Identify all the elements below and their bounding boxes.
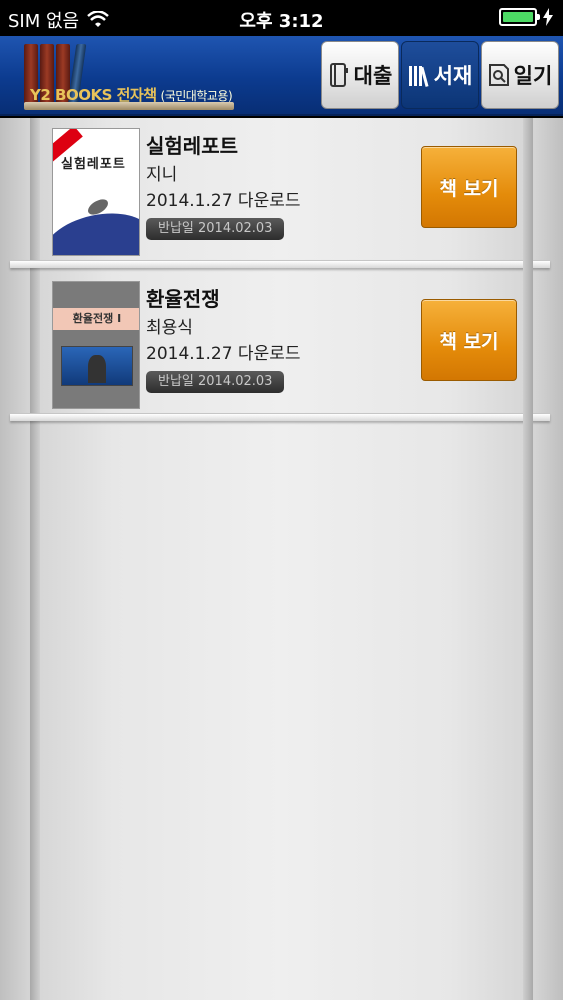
tab-loan[interactable]: 대출 <box>321 41 399 109</box>
cover-title: 실험레포트 <box>61 157 126 172</box>
app-header: Y2 BOOKS 전자책 (국민대학교용) 대출 서재 일기 <box>0 36 563 116</box>
shelf-divider <box>10 413 550 421</box>
return-date-badge: 반납일 2014.02.03 <box>146 218 285 240</box>
bookshelf-content[interactable]: 실험레포트 실험레포트 지니 2014.1.27 다운로드 반납일 2014.0… <box>0 118 563 1000</box>
view-book-button[interactable]: 책 보기 <box>421 299 517 381</box>
status-bar: SIM 없음 오후 3:12 <box>0 0 563 36</box>
download-date: 2014.1.27 다운로드 <box>146 344 301 364</box>
top-tabs: 대출 서재 일기 <box>321 41 559 109</box>
tab-library-label: 서재 <box>433 64 473 88</box>
book-cover[interactable]: 환율전쟁 I <box>52 281 140 409</box>
view-book-button[interactable]: 책 보기 <box>421 146 517 228</box>
return-date-badge: 반납일 2014.02.03 <box>146 371 285 393</box>
tab-read[interactable]: 일기 <box>481 41 559 109</box>
cover-photo <box>61 346 133 386</box>
shelf-divider <box>10 260 550 268</box>
status-time: 오후 3:12 <box>239 11 324 32</box>
app-logo: Y2 BOOKS 전자책 (국민대학교용) <box>24 44 234 114</box>
tab-loan-label: 대출 <box>353 64 393 88</box>
status-right <box>499 8 553 26</box>
logo-text: Y2 BOOKS 전자책 (국민대학교용) <box>30 84 233 105</box>
book-row[interactable]: 실험레포트 실험레포트 지니 2014.1.27 다운로드 반납일 2014.0… <box>40 118 523 263</box>
book-title: 실험레포트 <box>146 134 238 158</box>
battery-icon <box>499 8 540 26</box>
logo-subtitle: (국민대학교용) <box>160 89 233 103</box>
cover-title: 환율전쟁 I <box>53 308 139 330</box>
tab-read-label: 일기 <box>513 64 553 88</box>
reader-icon <box>488 64 509 86</box>
tab-library[interactable]: 서재 <box>401 41 479 109</box>
logo-title: Y2 BOOKS 전자책 <box>30 86 157 104</box>
book-icon <box>329 63 348 87</box>
battery-fill <box>503 12 533 22</box>
book-row[interactable]: 환율전쟁 I 환율전쟁 최용식 2014.1.27 다운로드 반납일 2014.… <box>40 271 523 416</box>
book-title: 환율전쟁 <box>146 287 220 311</box>
charging-icon <box>543 8 553 26</box>
book-author: 지니 <box>146 165 178 185</box>
book-cover[interactable]: 실험레포트 <box>52 128 140 256</box>
download-date: 2014.1.27 다운로드 <box>146 191 301 211</box>
book-author: 최용식 <box>146 318 193 338</box>
bookshelf-icon <box>408 66 429 87</box>
